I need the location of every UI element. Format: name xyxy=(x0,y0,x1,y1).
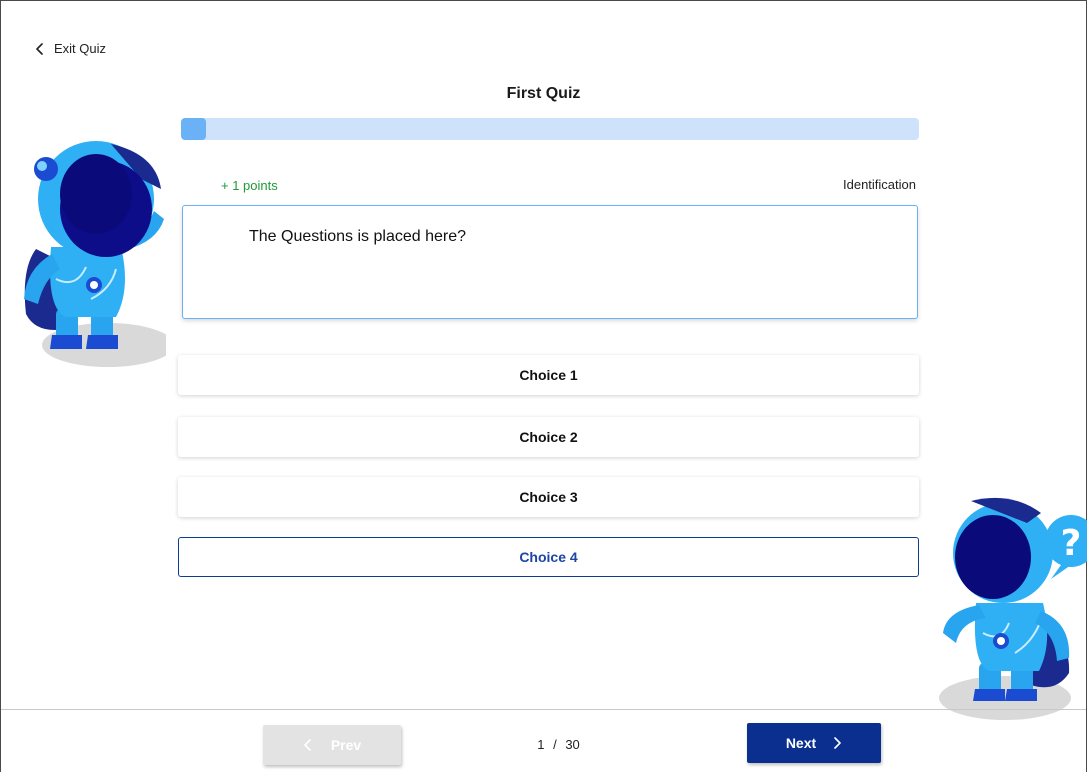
page-current: 1 xyxy=(537,737,545,752)
page-separator: / xyxy=(553,737,557,752)
points-label: + 1 points xyxy=(221,178,278,193)
quiz-progress-fill xyxy=(181,118,206,140)
choice-4-button[interactable]: Choice 4 xyxy=(178,537,919,577)
choice-1-button[interactable]: Choice 1 xyxy=(178,355,919,395)
choice-3-button[interactable]: Choice 3 xyxy=(178,477,919,517)
exit-quiz-label: Exit Quiz xyxy=(54,41,107,56)
choice-label: Choice 1 xyxy=(519,367,578,383)
exit-quiz-link[interactable]: Exit Quiz xyxy=(34,41,106,56)
svg-text:?: ? xyxy=(1061,523,1082,564)
astronaut-mascot-right-illustration: ? xyxy=(939,497,1087,720)
next-button[interactable]: Next xyxy=(747,723,881,763)
next-button-label: Next xyxy=(785,735,817,751)
page-total: 30 xyxy=(565,737,580,752)
question-text: The Questions is placed here? xyxy=(249,228,467,245)
question-box: The Questions is placed here? xyxy=(182,205,918,319)
astronaut-mascot-left-illustration xyxy=(24,141,166,367)
choice-label: Choice 3 xyxy=(519,489,578,505)
choice-label: Choice 2 xyxy=(519,429,578,445)
chevron-right-icon xyxy=(834,737,841,749)
quiz-title: First Quiz xyxy=(506,85,581,102)
footer-divider xyxy=(1,709,1086,710)
quiz-progress-bar xyxy=(181,118,919,140)
chevron-left-icon xyxy=(36,42,43,55)
question-type-label: Identification xyxy=(843,177,916,192)
choice-label: Choice 4 xyxy=(519,549,578,565)
choice-2-button[interactable]: Choice 2 xyxy=(178,417,919,457)
page-indicator: 1 / 30 xyxy=(1,737,1086,752)
